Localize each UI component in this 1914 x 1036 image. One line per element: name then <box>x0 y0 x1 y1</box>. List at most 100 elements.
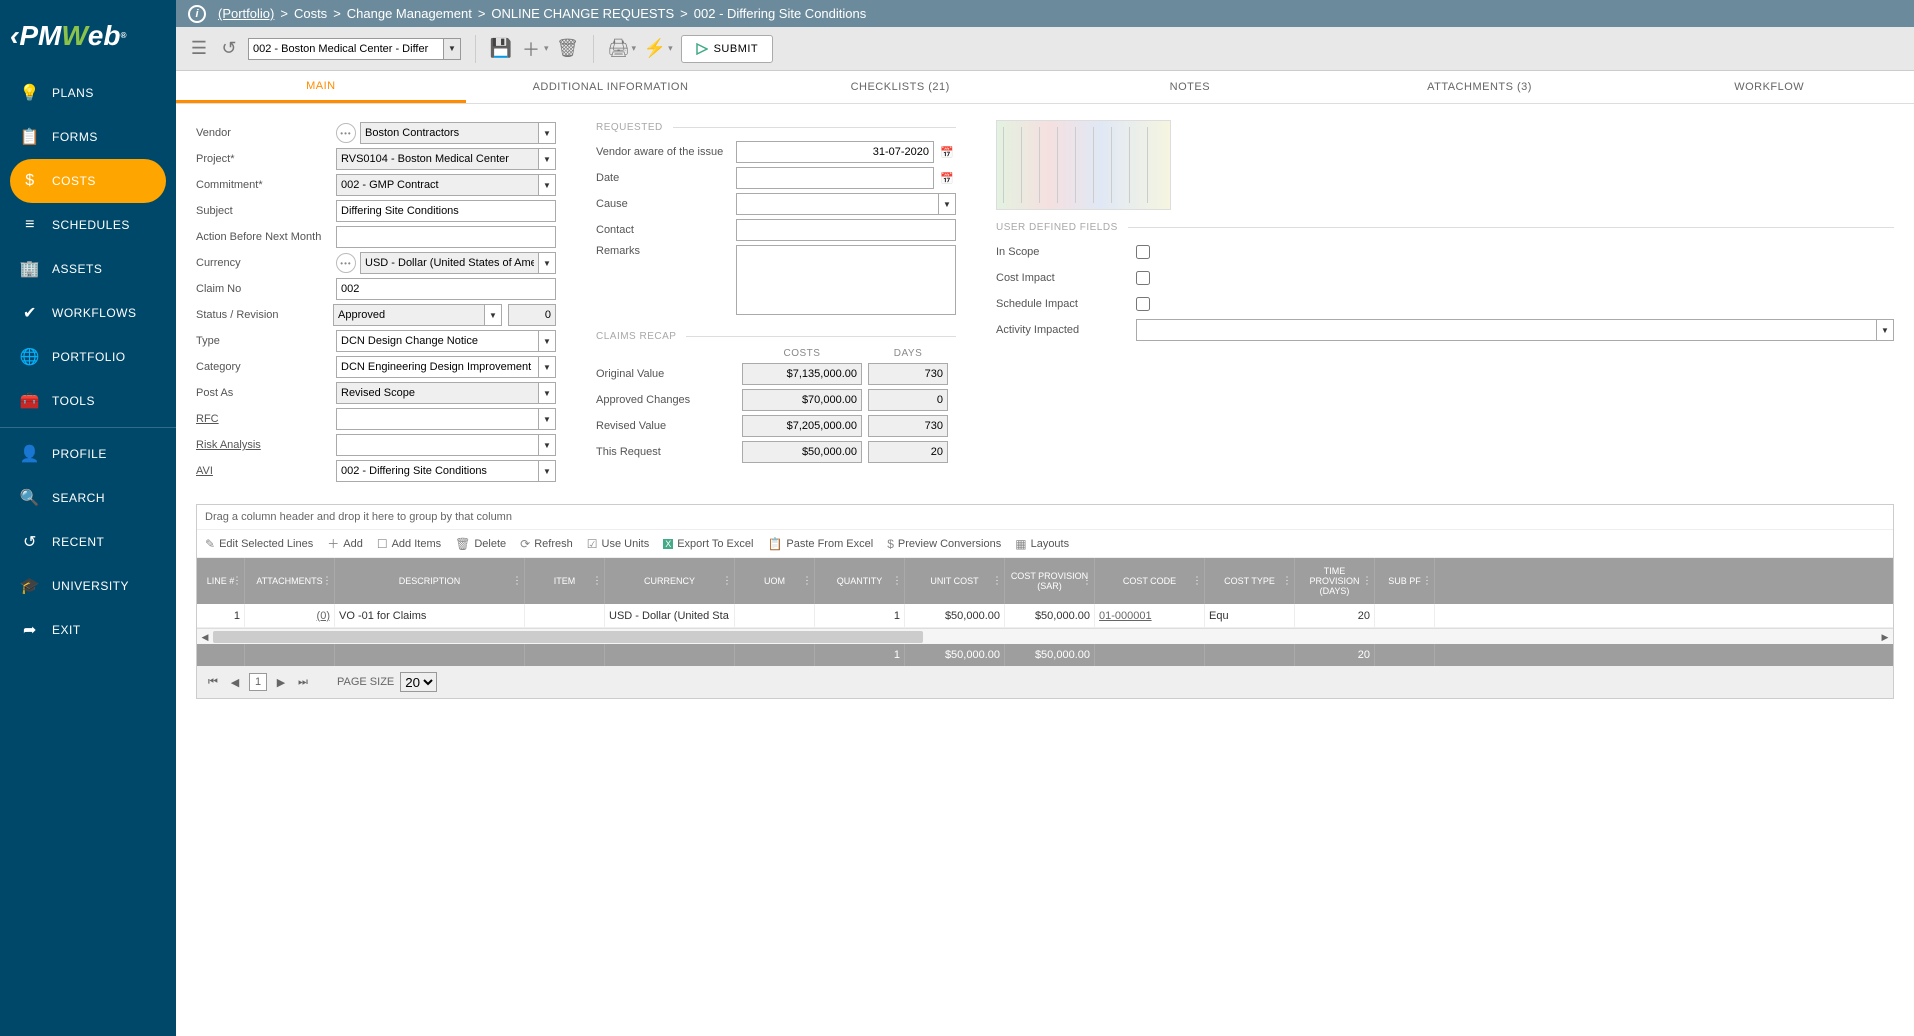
vendor-field[interactable] <box>360 122 538 144</box>
info-icon[interactable]: i <box>188 5 206 23</box>
column-header[interactable]: TIME PROVISION (DAYS)⋮ <box>1295 558 1375 604</box>
scroll-thumb[interactable] <box>213 631 923 643</box>
sidebar-item-workflows[interactable]: ✔WORKFLOWS <box>0 291 176 335</box>
grid-preview-button[interactable]: $Preview Conversions <box>887 537 1001 551</box>
column-menu-icon[interactable]: ⋮ <box>232 576 242 587</box>
tab-checklists[interactable]: CHECKLISTS (21) <box>755 71 1045 103</box>
scroll-right-icon[interactable]: ▶ <box>1877 629 1893 645</box>
list-icon[interactable]: ☰ <box>188 38 210 60</box>
status-field[interactable] <box>333 304 484 326</box>
sidebar-item-exit[interactable]: ➦EXIT <box>0 608 176 652</box>
pager-page[interactable]: 1 <box>249 673 267 691</box>
tab-notes[interactable]: NOTES <box>1045 71 1335 103</box>
action-caret-icon[interactable]: ▾ <box>668 43 673 54</box>
currency-field[interactable] <box>360 252 538 274</box>
record-select-caret[interactable]: ▼ <box>443 38 461 60</box>
costcode-link[interactable]: 01-000001 <box>1099 610 1152 622</box>
action-icon[interactable]: ⚡ <box>644 38 666 60</box>
claim-field[interactable] <box>336 278 556 300</box>
costimpact-checkbox[interactable] <box>1136 271 1150 285</box>
save-icon[interactable]: 💾 <box>490 38 512 60</box>
dashboard-thumbnail[interactable] <box>996 120 1171 210</box>
remarks-field[interactable] <box>736 245 956 315</box>
pager-last-icon[interactable]: ⏭ <box>295 674 311 690</box>
history-icon[interactable]: ↺ <box>218 38 240 60</box>
schedimpact-checkbox[interactable] <box>1136 297 1150 311</box>
contact-field[interactable] <box>736 219 956 241</box>
column-menu-icon[interactable]: ⋮ <box>322 576 332 587</box>
project-field[interactable] <box>336 148 538 170</box>
sidebar-item-recent[interactable]: ↺RECENT <box>0 520 176 564</box>
risk-link[interactable]: Risk Analysis <box>196 439 261 451</box>
column-menu-icon[interactable]: ⋮ <box>1192 576 1202 587</box>
print-caret-icon[interactable]: ▾ <box>632 43 637 54</box>
rfc-field[interactable] <box>336 408 538 430</box>
grid-paste-button[interactable]: 📋Paste From Excel <box>767 537 873 551</box>
revision-field[interactable] <box>508 304 556 326</box>
add-icon[interactable]: ＋ <box>520 38 542 60</box>
sidebar-item-forms[interactable]: 📋FORMS <box>0 115 176 159</box>
column-header[interactable]: COST CODE⋮ <box>1095 558 1205 604</box>
sidebar-item-profile[interactable]: 👤PROFILE <box>0 432 176 476</box>
column-header[interactable]: COST TYPE⋮ <box>1205 558 1295 604</box>
type-caret-icon[interactable]: ▼ <box>538 330 556 352</box>
risk-field[interactable] <box>336 434 538 456</box>
column-menu-icon[interactable]: ⋮ <box>1282 576 1292 587</box>
pager-size-select[interactable]: 20 <box>400 672 437 692</box>
sidebar-item-university[interactable]: 🎓UNIVERSITY <box>0 564 176 608</box>
submit-button[interactable]: SUBMIT <box>681 35 774 63</box>
column-header[interactable]: LINE #⋮ <box>197 558 245 604</box>
column-header[interactable]: SUB PF⋮ <box>1375 558 1435 604</box>
add-caret-icon[interactable]: ▾ <box>544 43 549 54</box>
delete-icon[interactable]: 🗑 <box>557 38 579 60</box>
grid-export-button[interactable]: XExport To Excel <box>663 538 753 550</box>
column-menu-icon[interactable]: ⋮ <box>1082 576 1092 587</box>
category-field[interactable] <box>336 356 538 378</box>
aware-field[interactable] <box>736 141 934 163</box>
column-header[interactable]: ITEM⋮ <box>525 558 605 604</box>
grid-useunits-button[interactable]: ☑Use Units <box>587 537 649 551</box>
aware-calendar-icon[interactable]: 📅 <box>938 141 956 163</box>
date-calendar-icon[interactable]: 📅 <box>938 167 956 189</box>
commitment-field[interactable] <box>336 174 538 196</box>
pager-prev-icon[interactable]: ◀ <box>227 674 243 690</box>
record-select[interactable] <box>248 38 443 60</box>
tab-workflow[interactable]: WORKFLOW <box>1624 71 1914 103</box>
rfc-caret-icon[interactable]: ▼ <box>538 408 556 430</box>
postas-caret-icon[interactable]: ▼ <box>538 382 556 404</box>
column-menu-icon[interactable]: ⋮ <box>992 576 1002 587</box>
column-menu-icon[interactable]: ⋮ <box>512 576 522 587</box>
activity-caret-icon[interactable]: ▼ <box>1876 319 1894 341</box>
sidebar-item-assets[interactable]: 🏢ASSETS <box>0 247 176 291</box>
postas-field[interactable] <box>336 382 538 404</box>
sidebar-item-portfolio[interactable]: 🌐PORTFOLIO <box>0 335 176 379</box>
grid-additems-button[interactable]: ☐Add Items <box>377 537 441 551</box>
date-field[interactable] <box>736 167 934 189</box>
abnm-field[interactable] <box>336 226 556 248</box>
column-menu-icon[interactable]: ⋮ <box>892 576 902 587</box>
column-header[interactable]: DESCRIPTION⋮ <box>335 558 525 604</box>
avi-link[interactable]: AVI <box>196 465 213 477</box>
tab-additional[interactable]: ADDITIONAL INFORMATION <box>466 71 756 103</box>
avi-caret-icon[interactable]: ▼ <box>538 460 556 482</box>
tab-main[interactable]: MAIN <box>176 71 466 103</box>
project-caret-icon[interactable]: ▼ <box>538 148 556 170</box>
column-menu-icon[interactable]: ⋮ <box>592 576 602 587</box>
pager-next-icon[interactable]: ▶ <box>273 674 289 690</box>
rfc-link[interactable]: RFC <box>196 413 219 425</box>
category-caret-icon[interactable]: ▼ <box>538 356 556 378</box>
column-menu-icon[interactable]: ⋮ <box>722 576 732 587</box>
print-icon[interactable]: 🖨 <box>608 38 630 60</box>
grid-add-button[interactable]: ＋Add <box>327 535 363 552</box>
breadcrumb-portfolio[interactable]: (Portfolio) <box>218 6 274 21</box>
cause-field[interactable] <box>736 193 938 215</box>
currency-caret-icon[interactable]: ▼ <box>538 252 556 274</box>
status-caret-icon[interactable]: ▼ <box>484 304 502 326</box>
avi-field[interactable] <box>336 460 538 482</box>
column-header[interactable]: QUANTITY⋮ <box>815 558 905 604</box>
subject-field[interactable] <box>336 200 556 222</box>
pager-first-icon[interactable]: ⏮ <box>205 674 221 690</box>
grid-layouts-button[interactable]: ▦Layouts <box>1015 537 1069 551</box>
sidebar-item-schedules[interactable]: ≡SCHEDULES <box>0 203 176 247</box>
type-field[interactable] <box>336 330 538 352</box>
